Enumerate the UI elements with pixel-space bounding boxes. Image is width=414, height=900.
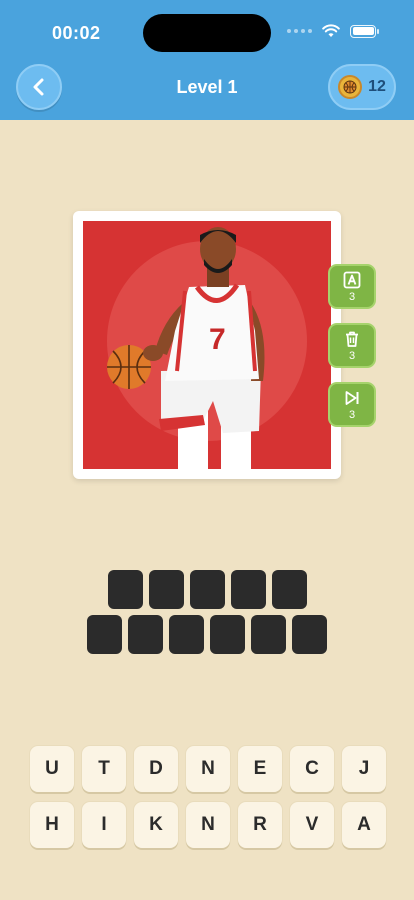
status-time: 00:02: [52, 23, 101, 43]
hint-count: 3: [348, 349, 356, 362]
letter-keys-row-1: U T D N E C J: [30, 746, 386, 792]
player-illustration: 7: [83, 221, 331, 469]
letter-key[interactable]: K: [134, 802, 178, 848]
top-bar: 00:02 Level 1 12: [0, 0, 414, 120]
battery-icon: [350, 24, 379, 38]
answer-row-1: [0, 570, 414, 609]
wifi-icon: [322, 24, 340, 37]
answer-slot[interactable]: [87, 615, 122, 654]
answer-slot[interactable]: [107, 570, 143, 609]
letter-key[interactable]: R: [238, 802, 282, 848]
coin-count: 12: [368, 78, 386, 95]
remove-letters-hint-button[interactable]: 3: [328, 323, 376, 368]
hint-count: 3: [348, 290, 356, 303]
letter-key[interactable]: N: [186, 802, 230, 848]
letter-keys-row-2: H I K N R V A: [30, 802, 386, 848]
reveal-letter-hint-button[interactable]: 3: [328, 264, 376, 309]
letter-key[interactable]: I: [82, 802, 126, 848]
answer-slot[interactable]: [251, 615, 286, 654]
coin-balance[interactable]: 12: [328, 64, 396, 110]
hint-count: 3: [348, 408, 356, 421]
letter-key[interactable]: H: [30, 802, 74, 848]
answer-row-2: [0, 615, 414, 654]
status-icons: [287, 24, 379, 38]
answer-slot[interactable]: [169, 615, 204, 654]
letter-key[interactable]: V: [290, 802, 334, 848]
dynamic-island: [143, 14, 271, 52]
answer-slot[interactable]: [292, 615, 327, 654]
letter-key[interactable]: E: [238, 746, 282, 792]
skip-level-hint-button[interactable]: 3: [328, 382, 376, 427]
basketball-coin-icon: [338, 75, 363, 99]
jersey-number: 7: [209, 323, 226, 356]
answer-slot[interactable]: [189, 570, 225, 609]
cellular-signal-icon: [287, 29, 312, 33]
letter-key[interactable]: U: [30, 746, 74, 792]
hint-buttons: 3 3 3: [328, 264, 376, 427]
skip-forward-icon: [345, 390, 359, 405]
trash-icon: [346, 331, 358, 347]
letter-key[interactable]: N: [186, 746, 230, 792]
letter-key[interactable]: A: [342, 802, 386, 848]
letter-key[interactable]: T: [82, 746, 126, 792]
answer-slot[interactable]: [210, 615, 245, 654]
letter-a-icon: [343, 271, 361, 288]
answer-slot[interactable]: [148, 570, 184, 609]
letter-key[interactable]: J: [342, 746, 386, 792]
letter-key[interactable]: C: [290, 746, 334, 792]
puzzle-photo-frame: 7: [73, 211, 341, 479]
answer-slot[interactable]: [271, 570, 307, 609]
answer-slot[interactable]: [128, 615, 163, 654]
answer-slot[interactable]: [230, 570, 266, 609]
letter-key[interactable]: D: [134, 746, 178, 792]
